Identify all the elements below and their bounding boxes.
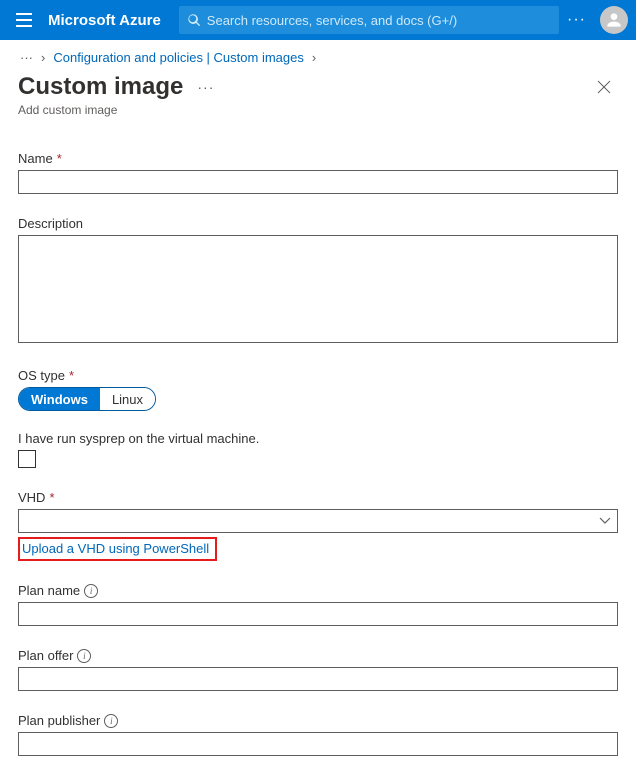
field-description: Description [18, 216, 618, 346]
breadcrumb: ··· › Configuration and policies | Custo… [0, 40, 636, 73]
name-label: Name [18, 151, 53, 166]
title-row: Custom image ··· [18, 73, 618, 101]
name-input[interactable] [18, 170, 618, 194]
field-name: Name * [18, 151, 618, 194]
page-subtitle: Add custom image [18, 103, 618, 117]
page-body: Custom image ··· Add custom image Name *… [0, 73, 636, 780]
chevron-right-icon: › [41, 50, 45, 65]
chevron-down-icon [599, 517, 611, 525]
field-ostype: OS type * Windows Linux [18, 368, 618, 411]
sysprep-label: I have run sysprep on the virtual machin… [18, 431, 618, 446]
field-plan-publisher: Plan publisher i [18, 713, 618, 756]
ostype-option-linux[interactable]: Linux [100, 388, 155, 410]
plan-name-input[interactable] [18, 602, 618, 626]
avatar[interactable] [600, 6, 628, 34]
field-plan-offer: Plan offer i [18, 648, 618, 691]
page-title: Custom image [18, 73, 183, 101]
ostype-toggle: Windows Linux [18, 387, 156, 411]
plan-publisher-input[interactable] [18, 732, 618, 756]
menu-icon[interactable] [8, 4, 40, 36]
search-input[interactable] [207, 13, 551, 28]
required-indicator: * [49, 490, 54, 505]
vhd-select[interactable] [18, 509, 618, 533]
info-icon[interactable]: i [104, 714, 118, 728]
close-button[interactable] [590, 73, 618, 101]
plan-publisher-label: Plan publisher [18, 713, 100, 728]
field-sysprep: I have run sysprep on the virtual machin… [18, 431, 618, 468]
search-icon [187, 13, 201, 27]
vhd-label: VHD [18, 490, 45, 505]
description-label: Description [18, 216, 83, 231]
header-right: ··· [559, 6, 628, 34]
field-plan-name: Plan name i [18, 583, 618, 626]
upload-vhd-link[interactable]: Upload a VHD using PowerShell [18, 537, 217, 561]
field-vhd: VHD * Upload a VHD using PowerShell [18, 490, 618, 561]
required-indicator: * [69, 368, 74, 383]
header-more-icon[interactable]: ··· [559, 8, 594, 32]
plan-offer-input[interactable] [18, 667, 618, 691]
plan-name-label: Plan name [18, 583, 80, 598]
info-icon[interactable]: i [84, 584, 98, 598]
info-icon[interactable]: i [77, 649, 91, 663]
ostype-option-windows[interactable]: Windows [19, 388, 100, 410]
description-input[interactable] [18, 235, 618, 343]
search-box[interactable] [179, 6, 559, 34]
chevron-right-icon: › [312, 50, 316, 65]
brand-label[interactable]: Microsoft Azure [48, 12, 161, 29]
required-indicator: * [57, 151, 62, 166]
close-icon [597, 80, 611, 94]
page-more-icon[interactable]: ··· [197, 79, 214, 95]
breadcrumb-ellipsis[interactable]: ··· [20, 50, 33, 65]
azure-header: Microsoft Azure ··· [0, 0, 636, 40]
ostype-label: OS type [18, 368, 65, 383]
breadcrumb-link[interactable]: Configuration and policies | Custom imag… [53, 50, 304, 65]
sysprep-checkbox[interactable] [18, 450, 36, 468]
plan-offer-label: Plan offer [18, 648, 73, 663]
